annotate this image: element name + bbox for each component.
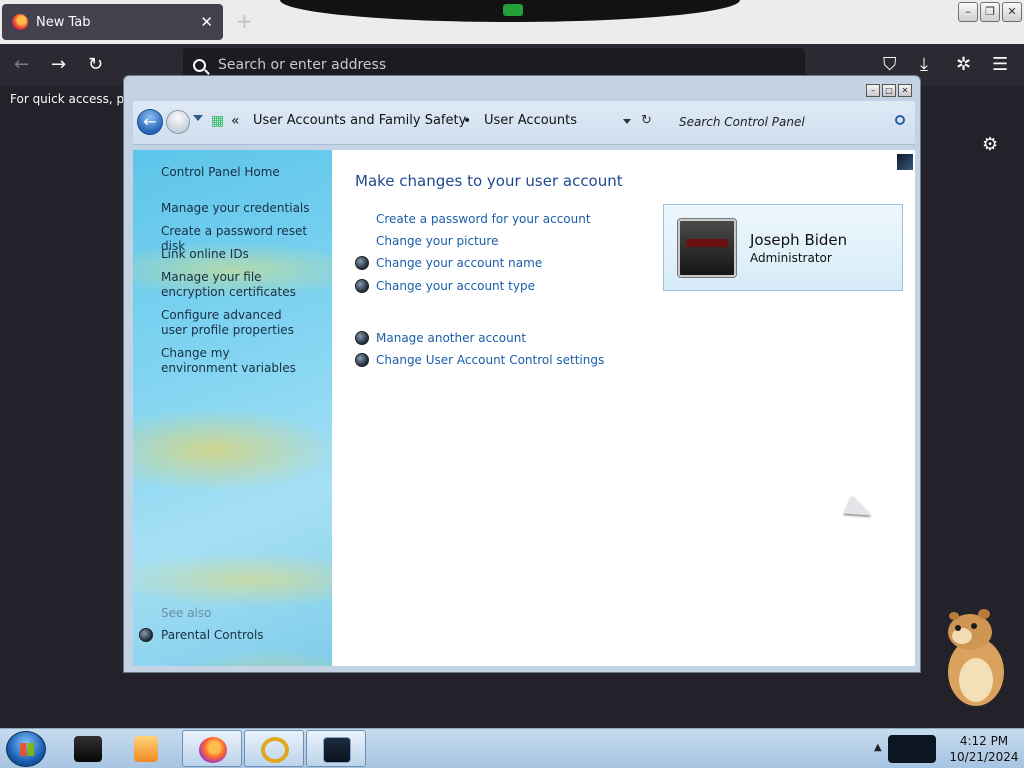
downloads-icon[interactable]: ⤓ <box>920 54 928 75</box>
search-placeholder: Search Control Panel <box>679 115 805 129</box>
breadcrumb-separator[interactable]: • <box>463 113 471 129</box>
clock-time[interactable]: 4:12 PM <box>944 734 1024 748</box>
control-panel-content: Control Panel Home Manage your credentia… <box>133 150 915 666</box>
firefox-icon <box>12 14 28 30</box>
clock-date[interactable]: 10/21/2024 <box>944 750 1024 764</box>
breadcrumb-overflow-icon[interactable]: « <box>231 113 240 129</box>
parental-controls-label: Parental Controls <box>161 628 264 642</box>
close-button[interactable]: ✕ <box>1002 2 1022 22</box>
uac-shield-icon <box>355 353 369 367</box>
see-also-heading: See also <box>161 606 212 620</box>
bookmarks-hint-text: For quick access, plac <box>10 92 142 106</box>
cp-minimize-button[interactable]: – <box>866 84 880 97</box>
taskbar-app-firefox[interactable] <box>182 730 242 767</box>
address-dropdown-icon[interactable] <box>623 119 631 124</box>
taskbar-app-control-panel[interactable] <box>306 730 366 767</box>
breadcrumb-user-accounts-family-safety[interactable]: User Accounts and Family Safety <box>253 113 466 128</box>
control-panel-icon: ▦ <box>211 113 225 129</box>
manage-another-account-link[interactable]: Manage another account <box>355 331 526 345</box>
change-account-type-link[interactable]: Change your account type <box>355 279 535 293</box>
address-placeholder: Search or enter address <box>218 57 387 73</box>
main-pane: Make changes to your user account Create… <box>332 150 915 666</box>
account-role: Administrator <box>750 251 832 265</box>
control-panel-home-link[interactable]: Control Panel Home <box>161 165 329 180</box>
task-label: Change your account type <box>376 279 535 293</box>
tab-title: New Tab <box>36 14 91 30</box>
terminal-app-icon <box>74 736 102 762</box>
settings-gear-icon[interactable]: ⚙ <box>982 134 998 155</box>
uac-shield-icon <box>355 331 369 345</box>
taskbar-app-ring[interactable] <box>244 730 304 767</box>
task-pane: Control Panel Home Manage your credentia… <box>133 150 332 666</box>
task-label: Manage another account <box>376 331 527 345</box>
advanced-profile-properties-link[interactable]: Configure advanced user profile properti… <box>161 308 306 338</box>
hamster-sticker-icon <box>948 609 1004 706</box>
avatar <box>678 219 736 277</box>
search-icon <box>895 115 905 125</box>
restore-button[interactable]: ❐ <box>980 2 1000 22</box>
back-button[interactable]: ← <box>137 109 163 135</box>
refresh-icon[interactable]: ↻ <box>641 113 652 128</box>
search-icon <box>193 58 206 72</box>
task-label: Create a password for your account <box>376 212 591 226</box>
reload-icon[interactable]: ↻ <box>88 54 103 75</box>
control-panel-app-icon <box>323 737 351 763</box>
ring-app-icon <box>261 737 289 763</box>
parental-controls-icon <box>139 628 153 642</box>
pocket-icon[interactable]: ⛉ <box>883 54 897 75</box>
forward-button[interactable] <box>166 110 190 134</box>
change-picture-link[interactable]: Change your picture <box>355 234 498 248</box>
media-player-icon <box>134 736 158 762</box>
breadcrumb-user-accounts[interactable]: User Accounts <box>484 113 577 128</box>
parental-controls-link[interactable]: Parental Controls <box>139 628 264 642</box>
file-encryption-certificates-link[interactable]: Manage your file encryption certificates <box>161 270 321 300</box>
cp-close-button[interactable]: ✕ <box>898 84 912 97</box>
control-panel-window: – □ ✕ ← ▦ « User Accounts and Family Saf… <box>123 75 921 673</box>
show-hidden-icons-icon[interactable]: ▲ <box>874 742 882 753</box>
account-name: Joseph Biden <box>750 231 848 249</box>
account-card: Joseph Biden Administrator <box>663 204 903 291</box>
manage-credentials-link[interactable]: Manage your credentials <box>161 201 329 216</box>
tray-app-icon[interactable] <box>888 735 936 763</box>
cp-window-controls: – □ ✕ <box>866 84 912 97</box>
taskbar: ▲ 4:12 PM 10/21/2024 <box>0 728 1024 768</box>
forward-arrow-icon[interactable]: → <box>51 54 66 75</box>
task-label: Change your picture <box>376 234 499 248</box>
taskbar-app-terminal[interactable] <box>58 730 118 767</box>
corner-thumbnail-icon <box>897 154 913 170</box>
notch-indicator-icon <box>503 4 523 16</box>
browser-tab-strip: New Tab ✕ + – ❐ ✕ <box>0 0 1024 44</box>
menu-icon[interactable]: ☰ <box>992 54 1008 75</box>
firefox-icon <box>199 737 227 763</box>
change-account-name-link[interactable]: Change your account name <box>355 256 542 270</box>
task-label: Change User Account Control settings <box>376 353 605 367</box>
search-control-panel-input[interactable]: Search Control Panel <box>673 109 911 137</box>
cp-maximize-button[interactable]: □ <box>882 84 896 97</box>
task-label: Change your account name <box>376 256 543 270</box>
uac-shield-icon <box>355 279 369 293</box>
environment-variables-link[interactable]: Change my environment variables <box>161 346 306 376</box>
browser-tab-new-tab[interactable]: New Tab ✕ <box>2 4 223 40</box>
uac-shield-icon <box>355 256 369 270</box>
extensions-icon[interactable]: ✲ <box>956 54 971 75</box>
create-password-link[interactable]: Create a password for your account <box>355 212 591 226</box>
back-arrow-icon[interactable]: ← <box>14 54 29 75</box>
minimize-button[interactable]: – <box>958 2 978 22</box>
uac-settings-link[interactable]: Change User Account Control settings <box>355 353 604 367</box>
browser-window-controls: – ❐ ✕ <box>958 2 1022 22</box>
link-online-ids-link[interactable]: Link online IDs <box>161 247 329 262</box>
taskbar-app-media-player[interactable] <box>118 730 178 767</box>
recent-pages-dropdown-icon[interactable] <box>193 115 203 121</box>
address-toolbar: ← ▦ « User Accounts and Family Safety • … <box>133 101 915 145</box>
start-button[interactable] <box>6 731 46 767</box>
system-tray: ▲ 4:12 PM 10/21/2024 <box>864 729 1024 768</box>
close-tab-icon[interactable]: ✕ <box>200 13 213 31</box>
new-tab-button[interactable]: + <box>236 9 253 33</box>
page-title: Make changes to your user account <box>355 172 623 190</box>
